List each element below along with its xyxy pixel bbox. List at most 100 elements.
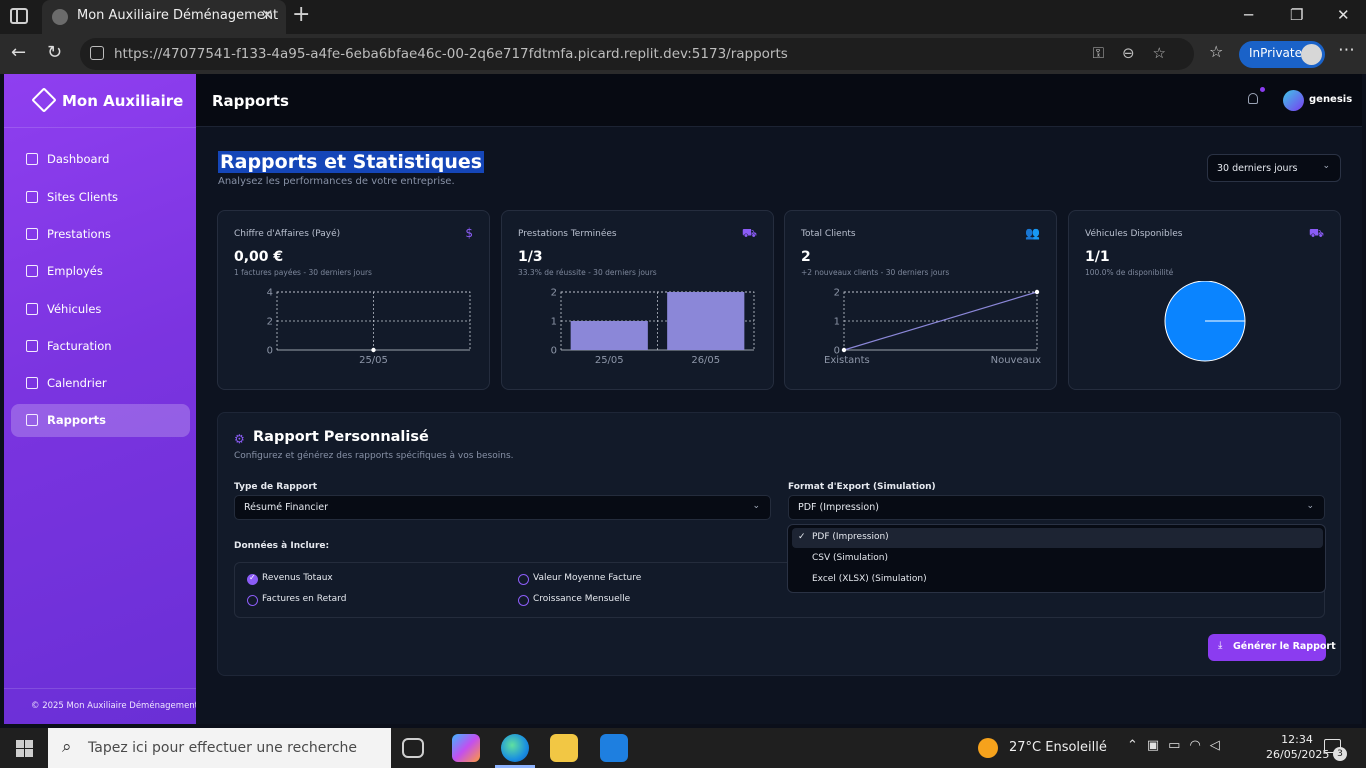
card-subtitle: 100.0% de disponibilité bbox=[1085, 268, 1174, 277]
sidebar-item-prestations[interactable]: Prestations bbox=[11, 218, 190, 251]
search-icon: ⌕ bbox=[62, 737, 72, 757]
brand-title: Mon Auxiliaire bbox=[62, 92, 184, 110]
report-type-value: Résumé Financier bbox=[244, 502, 328, 513]
minimize-icon[interactable]: ─ bbox=[1244, 6, 1253, 24]
type-label: Type de Rapport bbox=[234, 482, 318, 492]
inprivate-label: InPrivate bbox=[1249, 46, 1302, 60]
url-text: https://47077541-f133-4a95-a4fe-6eba6bfa… bbox=[114, 46, 788, 62]
stat-card-prestations: Prestations Terminées ⛟ 1/3 33.3% de réu… bbox=[501, 210, 774, 390]
clock-time: 12:34 bbox=[1281, 733, 1313, 746]
weather-text[interactable]: 27°C Ensoleillé bbox=[1009, 740, 1107, 755]
window-close-icon[interactable]: ✕ bbox=[1337, 6, 1350, 24]
checkbox-croissance[interactable] bbox=[518, 595, 529, 606]
report-type-select[interactable]: Résumé Financier ⌄ bbox=[234, 495, 771, 520]
sidebar-item-calendrier[interactable]: Calendrier bbox=[11, 367, 190, 400]
section-title: Rapports et Statistiques bbox=[218, 151, 485, 173]
sidebar-item-sites-clients[interactable]: Sites Clients bbox=[11, 181, 190, 214]
card-value: 0,00 € bbox=[234, 249, 284, 265]
stat-card-vehicules: Véhicules Disponibles ⛟ 1/1 100.0% de di… bbox=[1068, 210, 1341, 390]
sidebar-item-label: Rapports bbox=[47, 413, 106, 427]
period-select[interactable]: 30 derniers jours ⌄ bbox=[1207, 154, 1341, 182]
checkbox-label[interactable]: Valeur Moyenne Facture bbox=[533, 573, 641, 583]
brand[interactable]: Mon Auxiliaire bbox=[4, 74, 196, 128]
data-point bbox=[1034, 289, 1040, 295]
y-tick-label: 1 bbox=[834, 317, 840, 328]
sidebar-item-label: Véhicules bbox=[47, 302, 102, 316]
clock[interactable]: 12:34 26/05/2025 bbox=[1266, 732, 1329, 762]
building-icon bbox=[26, 191, 38, 203]
y-tick-label: 2 bbox=[834, 288, 840, 299]
y-tick-label: 0 bbox=[267, 346, 273, 357]
file-explorer-icon[interactable] bbox=[550, 734, 578, 762]
checkbox-label[interactable]: Croissance Mensuelle bbox=[533, 594, 630, 604]
x-tick-label: Nouveaux bbox=[991, 355, 1041, 366]
y-tick-label: 2 bbox=[267, 317, 273, 328]
sidebar: Mon Auxiliaire Dashboard Sites Clients P… bbox=[4, 74, 198, 724]
option-label: PDF (Impression) bbox=[812, 532, 889, 542]
checkbox-revenus-totaux[interactable] bbox=[247, 573, 258, 585]
windows-start-icon[interactable] bbox=[16, 740, 33, 757]
card-title: Chiffre d'Affaires (Payé) bbox=[234, 229, 341, 239]
export-format-dropdown: ✓ PDF (Impression) CSV (Simulation) Exce… bbox=[787, 524, 1326, 593]
taskbar: ⌕ Tapez ici pour effectuer une recherche… bbox=[0, 728, 1366, 768]
task-view-icon[interactable] bbox=[402, 738, 424, 758]
sidebar-footer: © 2025 Mon Auxiliaire Déménagement bbox=[4, 688, 198, 724]
url-field[interactable]: https://47077541-f133-4a95-a4fe-6eba6bfa… bbox=[80, 38, 1194, 70]
avatar[interactable] bbox=[1283, 90, 1304, 111]
report-title: Rapport Personnalisé bbox=[253, 429, 429, 445]
tab-close-icon[interactable]: ✕ bbox=[261, 6, 274, 24]
bell-icon[interactable] bbox=[1248, 93, 1258, 104]
sidebar-item-employes[interactable]: Employés bbox=[11, 255, 190, 288]
dropdown-option-csv[interactable]: CSV (Simulation) bbox=[792, 549, 1323, 569]
check-icon: ✓ bbox=[798, 532, 806, 542]
refresh-icon[interactable]: ↻ bbox=[47, 42, 62, 63]
more-icon[interactable]: ⋯ bbox=[1338, 40, 1355, 60]
export-format-select[interactable]: PDF (Impression) ⌄ bbox=[788, 495, 1325, 520]
data-label: Données à Inclure: bbox=[234, 541, 330, 551]
sidebar-item-dashboard[interactable]: Dashboard bbox=[11, 143, 190, 176]
copilot-icon[interactable] bbox=[452, 734, 480, 762]
card-subtitle: 1 factures payées - 30 derniers jours bbox=[234, 268, 372, 277]
address-bar: ← ↻ https://47077541-f133-4a95-a4fe-6eba… bbox=[0, 34, 1366, 74]
y-tick-label: 1 bbox=[551, 317, 557, 328]
page-title: Rapports bbox=[212, 92, 289, 110]
generate-report-button[interactable]: ⤓ Générer le Rapport bbox=[1208, 634, 1336, 661]
dropdown-option-pdf[interactable]: ✓ PDF (Impression) bbox=[792, 528, 1323, 548]
user-name[interactable]: genesis bbox=[1309, 94, 1352, 105]
tab-actions-icon[interactable] bbox=[10, 8, 28, 24]
sidebar-item-label: Calendrier bbox=[47, 376, 107, 390]
mail-icon[interactable] bbox=[600, 734, 628, 762]
tab-title: Mon Auxiliaire Déménagement bbox=[77, 8, 279, 23]
sidebar-item-label: Facturation bbox=[47, 339, 112, 353]
stat-card-revenue: Chiffre d'Affaires (Payé) $ 0,00 € 1 fac… bbox=[217, 210, 490, 390]
edge-icon[interactable] bbox=[501, 734, 529, 762]
sidebar-item-rapports[interactable]: Rapports bbox=[11, 404, 190, 437]
system-tray-icon[interactable]: ⌃▣▭◠◁ bbox=[1127, 738, 1229, 753]
sidebar-item-vehicules[interactable]: Véhicules bbox=[11, 293, 190, 326]
browser-tab[interactable]: Mon Auxiliaire Déménagement ✕ bbox=[42, 0, 286, 34]
inprivate-button[interactable]: InPrivate bbox=[1239, 41, 1325, 68]
option-label: Excel (XLSX) (Simulation) bbox=[812, 574, 927, 584]
dropdown-option-excel[interactable]: Excel (XLSX) (Simulation) bbox=[792, 570, 1323, 590]
checkbox-valeur-moyenne[interactable] bbox=[518, 574, 529, 585]
card-value: 1/1 bbox=[1085, 249, 1110, 265]
x-tick-label: 26/05 bbox=[691, 355, 720, 366]
favorites-icon[interactable]: ☆ bbox=[1209, 42, 1223, 61]
restore-icon[interactable]: ❐ bbox=[1290, 6, 1303, 24]
checkbox-label[interactable]: Revenus Totaux bbox=[262, 573, 333, 583]
checkbox-factures-retard[interactable] bbox=[247, 595, 258, 606]
sidebar-item-facturation[interactable]: Facturation bbox=[11, 330, 190, 363]
sliders-icon: ⚙ bbox=[234, 432, 245, 446]
taskbar-search[interactable]: ⌕ Tapez ici pour effectuer une recherche bbox=[48, 728, 391, 768]
checkbox-label[interactable]: Factures en Retard bbox=[262, 594, 346, 604]
truck-icon bbox=[26, 303, 38, 315]
new-tab-icon[interactable]: + bbox=[292, 2, 310, 27]
x-tick-label: 25/05 bbox=[595, 355, 624, 366]
back-icon[interactable]: ← bbox=[11, 42, 26, 63]
url-actions-icon[interactable]: ⚿⊖☆ bbox=[1093, 44, 1184, 62]
y-tick-label: 2 bbox=[551, 288, 557, 299]
sidebar-item-label: Dashboard bbox=[47, 152, 110, 166]
revenue-chart: 0 2 4 25/05 bbox=[267, 288, 471, 366]
export-format-value: PDF (Impression) bbox=[798, 502, 879, 513]
bar bbox=[570, 321, 648, 350]
